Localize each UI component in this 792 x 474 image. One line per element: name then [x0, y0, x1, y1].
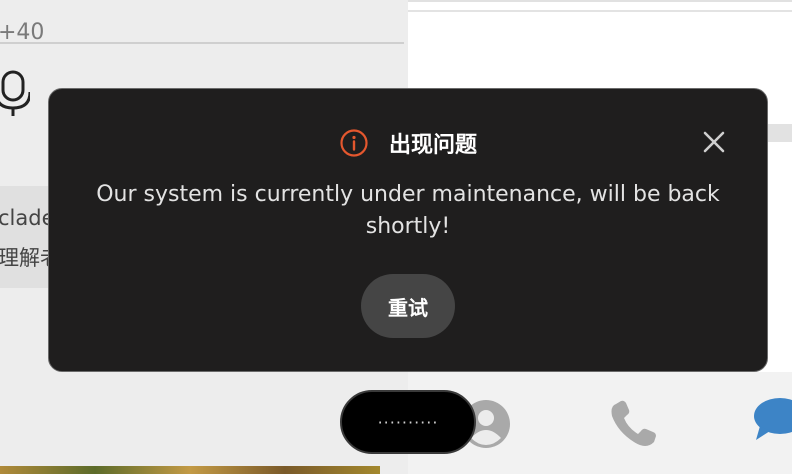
info-icon — [340, 129, 368, 157]
message-preview-line-1: clade — [0, 206, 55, 230]
microphone-icon[interactable] — [0, 70, 30, 118]
image-strip — [0, 466, 380, 474]
dialog-message: Our system is currently under maintenanc… — [96, 182, 720, 239]
error-dialog: 出现问题 Our system is currently under maint… — [48, 88, 768, 372]
input-pill-button[interactable]: ·········· — [340, 390, 476, 454]
divider — [0, 42, 404, 44]
chat-icon[interactable] — [752, 396, 792, 444]
dialog-title: 出现问题 — [388, 133, 477, 158]
retry-button[interactable]: 重试 — [361, 274, 455, 338]
pill-label: ·········· — [377, 412, 439, 432]
close-icon[interactable] — [701, 129, 727, 155]
phone-icon[interactable] — [606, 398, 662, 450]
dialog-header: 出现问题 — [49, 127, 767, 159]
